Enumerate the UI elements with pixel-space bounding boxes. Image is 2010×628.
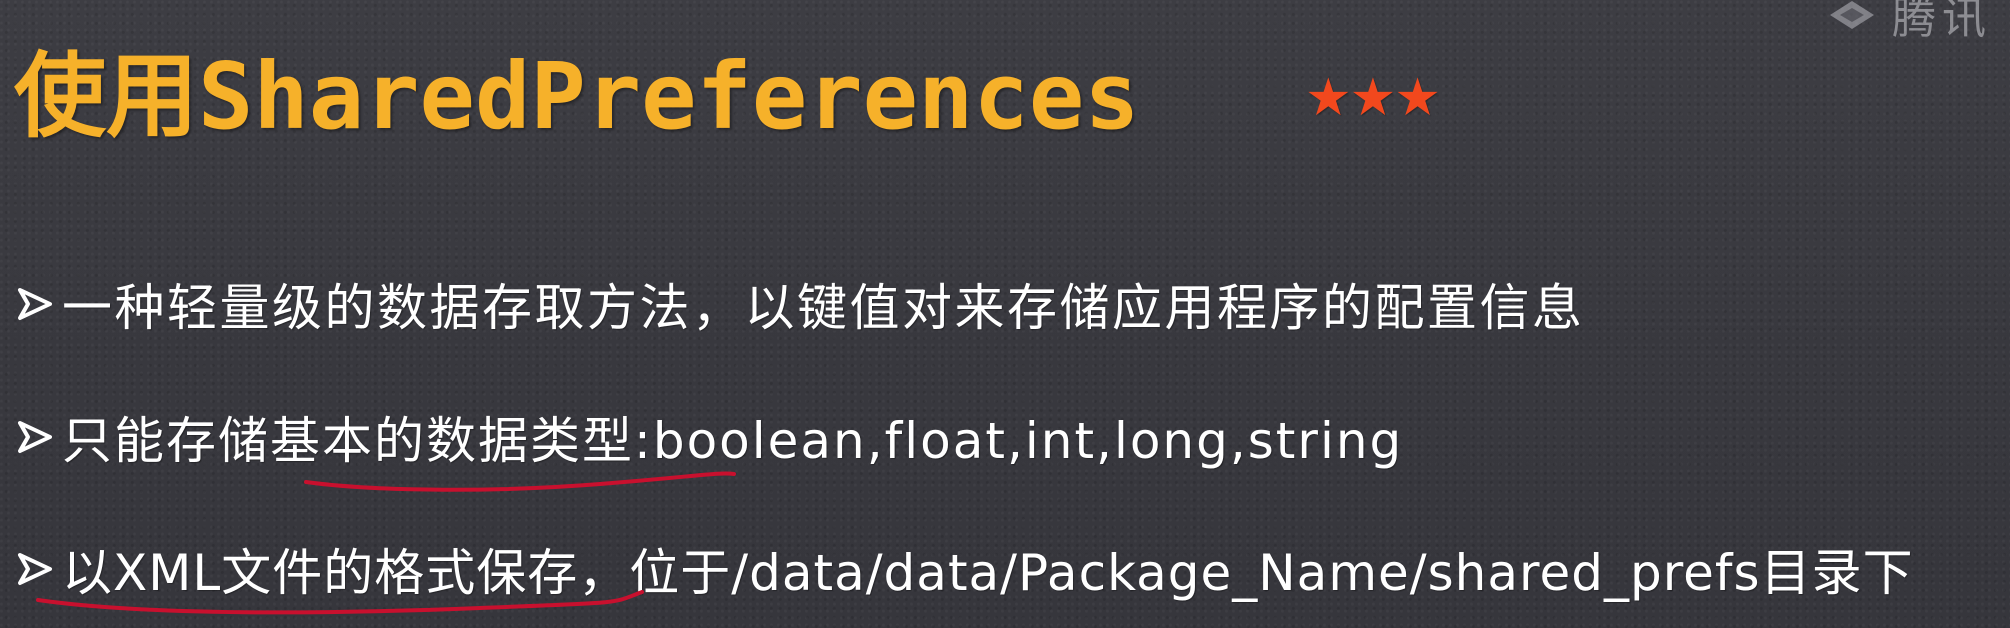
page-title: 使用SharedPreferences bbox=[14, 43, 1140, 150]
arrowhead-bullet-icon bbox=[18, 288, 52, 320]
bullet-item-3: 以XML文件的格式保存，位于/data/data/Package_Name/sh… bbox=[14, 533, 1914, 605]
bullet-text-2: 只能存储基本的数据类型:boolean,float,int,long,strin… bbox=[62, 412, 1404, 470]
arrowhead-bullet-icon bbox=[18, 421, 52, 453]
watermark: 腾讯 bbox=[1826, 0, 1992, 46]
arrowhead-bullet-icon bbox=[18, 553, 52, 585]
bullet-text-3: 以XML文件的格式保存，位于/data/data/Package_Name/sh… bbox=[62, 544, 1914, 602]
watermark-text: 腾讯 bbox=[1892, 0, 1992, 44]
bullet-item-2: 只能存储基本的数据类型:boolean,float,int,long,strin… bbox=[14, 401, 1403, 473]
rating-stars: ★★★ bbox=[1305, 68, 1441, 128]
slide: 腾讯 使用SharedPreferences ★★★ 一种轻量级的数据存取方法，… bbox=[0, 0, 2010, 628]
bullet-text-1: 一种轻量级的数据存取方法，以键值对来存储应用程序的配置信息 bbox=[62, 279, 1585, 337]
bullet-item-1: 一种轻量级的数据存取方法，以键值对来存储应用程序的配置信息 bbox=[14, 268, 1585, 340]
title-row: 使用SharedPreferences bbox=[14, 22, 1140, 155]
tencent-classroom-logo-icon bbox=[1830, 1, 1874, 29]
